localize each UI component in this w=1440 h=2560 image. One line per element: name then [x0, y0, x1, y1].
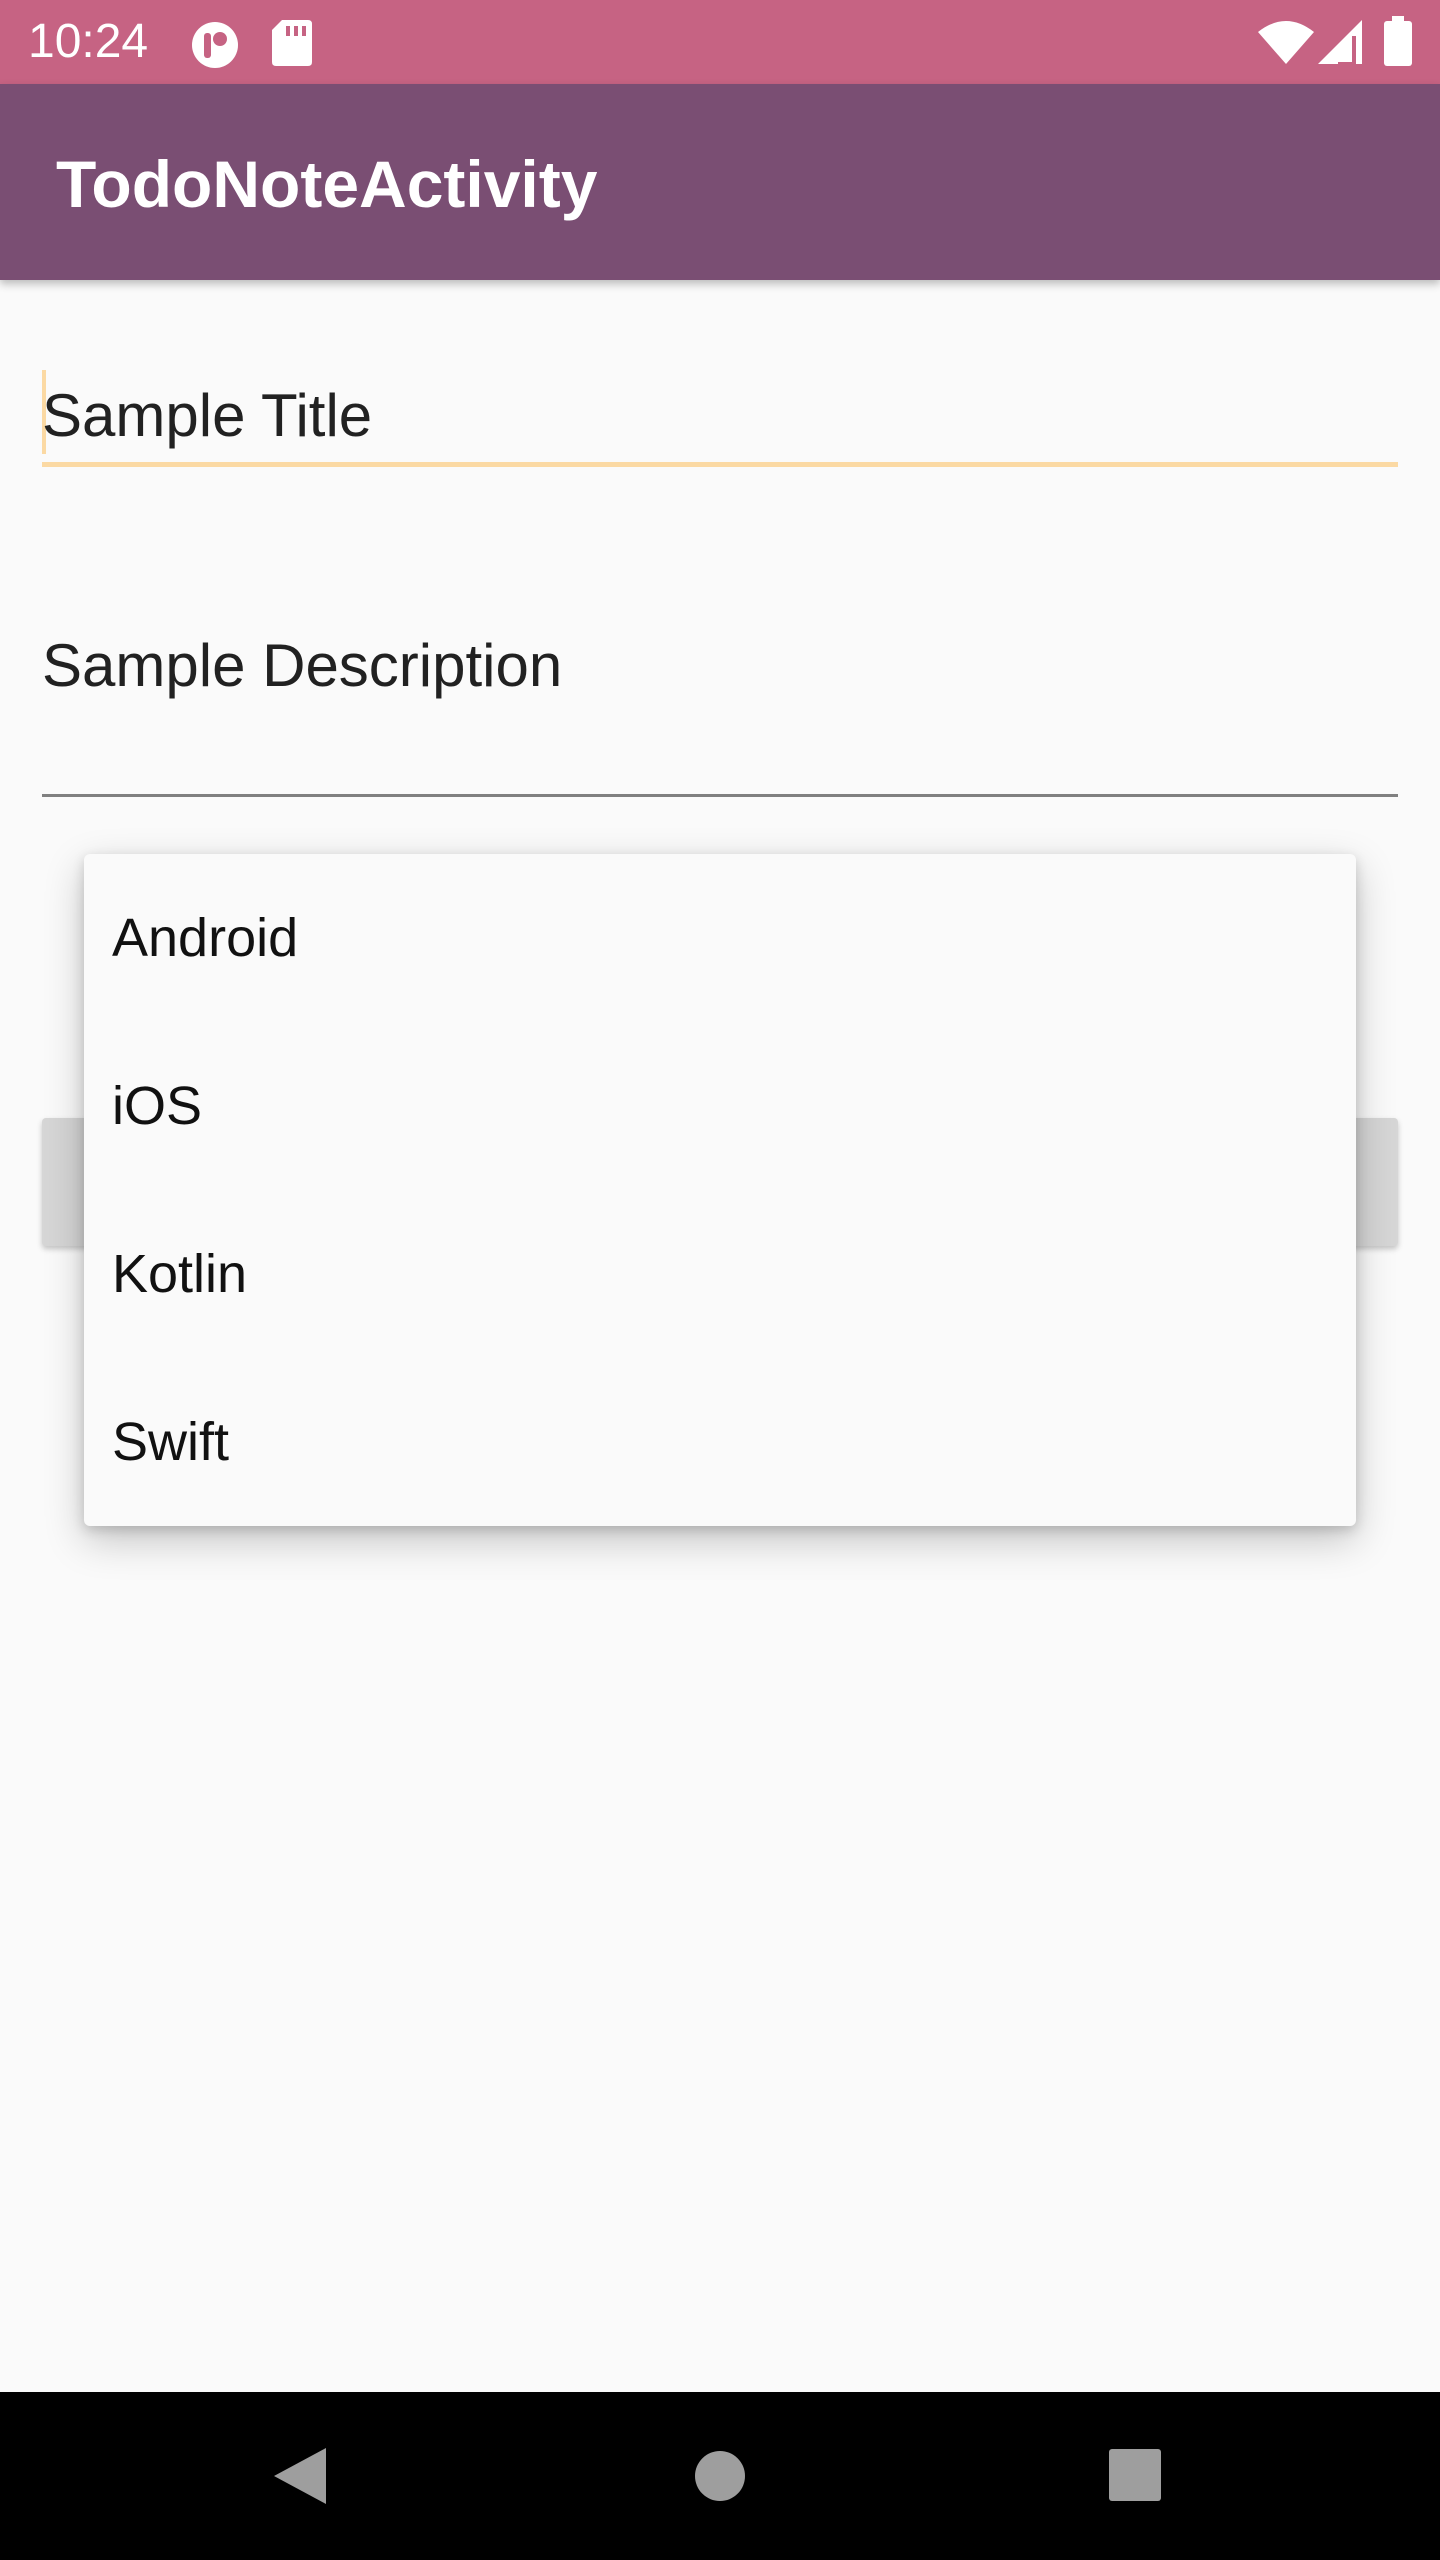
dropdown-option-label: Android: [112, 908, 299, 968]
home-icon[interactable]: [694, 2450, 746, 2502]
recents-icon[interactable]: [1108, 2448, 1162, 2502]
navigation-bar: [0, 2392, 1440, 2560]
dropdown-option-label: Kotlin: [112, 1244, 248, 1304]
cell-signal-icon: [1318, 20, 1362, 64]
app-bar: TodoNoteActivity: [0, 84, 1440, 280]
category-dropdown-menu: Android iOS Kotlin Swift: [84, 854, 1356, 1526]
status-time: 10:24: [28, 15, 149, 68]
sd-card-icon: [272, 20, 312, 66]
back-icon[interactable]: [272, 2446, 328, 2506]
title-input[interactable]: Sample Title: [42, 370, 1398, 470]
dropdown-option-android[interactable]: Android: [84, 854, 1356, 1022]
description-input-underline: [42, 794, 1398, 797]
wifi-icon: [1258, 21, 1314, 64]
status-bar: 10:24: [0, 0, 1440, 84]
dropdown-option-ios[interactable]: iOS: [84, 1022, 1356, 1190]
app-title: TodoNoteActivity: [56, 147, 598, 221]
title-input-value: Sample Title: [42, 382, 373, 449]
description-input-value: Sample Description: [42, 632, 563, 699]
dropdown-option-label: Swift: [112, 1412, 230, 1472]
dropdown-option-kotlin[interactable]: Kotlin: [84, 1190, 1356, 1358]
description-input[interactable]: Sample Description: [42, 630, 1398, 800]
dropdown-option-label: iOS: [112, 1076, 203, 1136]
dropdown-option-swift[interactable]: Swift: [84, 1358, 1356, 1526]
notification-app-icon: [192, 22, 238, 68]
battery-icon: [1384, 16, 1412, 66]
title-input-underline: [42, 462, 1398, 467]
